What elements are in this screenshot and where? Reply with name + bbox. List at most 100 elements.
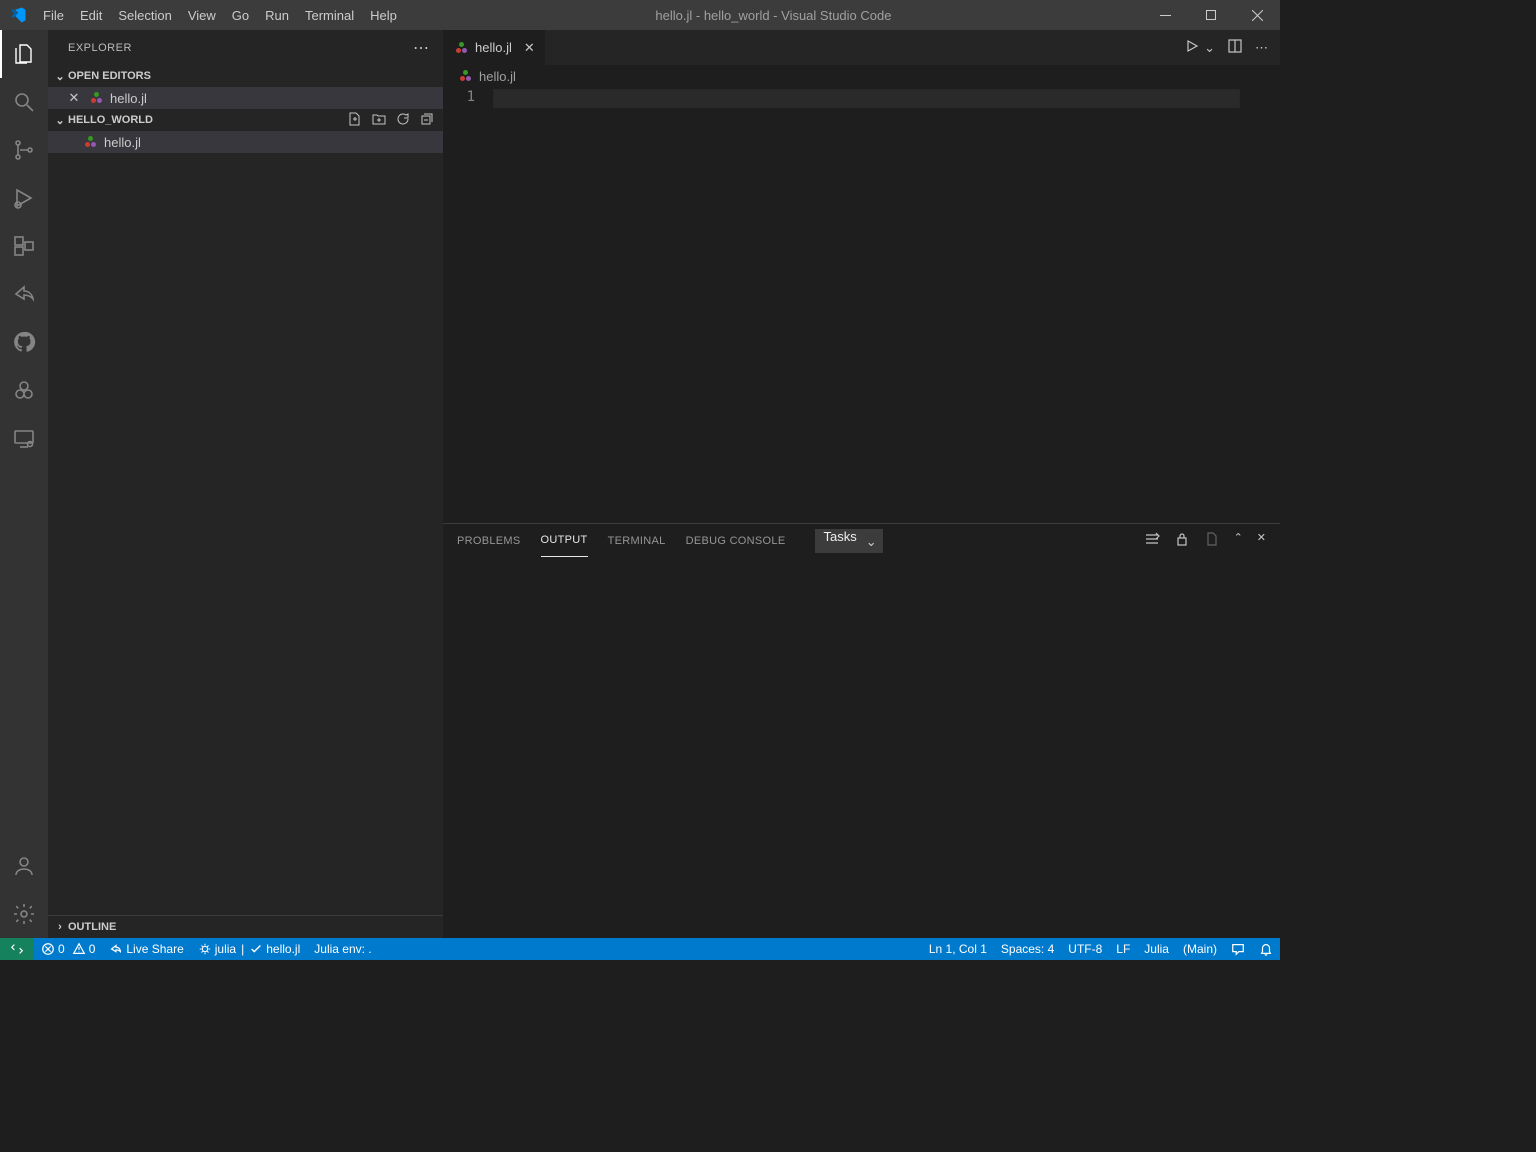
status-julia-env[interactable]: Julia env: . [307,938,378,960]
new-file-icon[interactable] [347,111,363,130]
status-eol[interactable]: LF [1109,938,1137,960]
status-indent[interactable]: Spaces: 4 [994,938,1061,960]
sidebar-title: EXPLORER ⋯ [48,30,443,65]
menu-edit[interactable]: Edit [72,0,110,30]
open-editor-label: hello.jl [110,91,147,106]
menu-help[interactable]: Help [362,0,405,30]
status-branch[interactable]: (Main) [1176,938,1224,960]
folder-name-label: HELLO_WORLD [68,114,153,126]
breadcrumb-label: hello.jl [479,69,516,84]
activity-share-icon[interactable] [0,270,48,318]
activity-account[interactable] [0,842,48,890]
status-encoding[interactable]: UTF-8 [1061,938,1109,960]
status-live-share[interactable]: Live Share [102,938,190,960]
maximize-button[interactable] [1188,0,1234,30]
window-controls [1142,0,1280,30]
status-errors[interactable]: 0 [34,938,72,960]
more-icon[interactable]: ⋯ [1255,40,1268,56]
activity-remote-icon[interactable] [0,414,48,462]
panel-tab-terminal[interactable]: TERMINAL [608,524,666,557]
outline-label: OUTLINE [68,921,116,933]
line-number: 1 [443,89,475,105]
open-editors-label: OPEN EDITORS [68,70,151,82]
sidebar-more-icon[interactable]: ⋯ [413,38,431,58]
cursor-line [493,89,1240,108]
breadcrumb[interactable]: hello.jl [443,65,1280,87]
chevron-right-icon: › [52,921,68,933]
titlebar: File Edit Selection View Go Run Terminal… [0,0,1280,30]
activity-explorer[interactable] [0,30,48,78]
menu-terminal[interactable]: Terminal [297,0,362,30]
minimize-button[interactable] [1142,0,1188,30]
clear-output-icon[interactable] [1144,531,1160,550]
activity-extensions[interactable] [0,222,48,270]
menu-view[interactable]: View [180,0,224,30]
close-button[interactable] [1234,0,1280,30]
status-feedback-icon[interactable] [1224,938,1252,960]
panel: PROBLEMS OUTPUT TERMINAL DEBUG CONSOLE T… [443,523,1280,938]
julia-file-icon [82,134,98,150]
tab-bar: hello.jl ✕ ⌄ ⋯ [443,30,1280,65]
activity-source-control[interactable] [0,126,48,174]
panel-select-label: Tasks [823,529,856,544]
status-cursor[interactable]: Ln 1, Col 1 [922,938,994,960]
julia-file-icon [457,68,473,84]
chevron-up-icon[interactable]: ⌃ [1234,531,1243,550]
tab-hello-jl[interactable]: hello.jl ✕ [443,30,546,65]
line-gutter: 1 [443,87,493,523]
status-bell-icon[interactable] [1252,938,1280,960]
panel-tabs: PROBLEMS OUTPUT TERMINAL DEBUG CONSOLE T… [443,524,1280,557]
menu-go[interactable]: Go [224,0,257,30]
open-editor-item[interactable]: ✕ hello.jl [48,87,443,109]
run-dropdown-icon[interactable]: ⌄ [1204,40,1215,56]
lock-icon[interactable] [1174,531,1190,550]
activity-settings[interactable] [0,890,48,938]
activity-search[interactable] [0,78,48,126]
panel-tab-output[interactable]: OUTPUT [541,524,588,557]
editor-area: hello.jl ✕ ⌄ ⋯ hello.jl 1 PR [443,30,1280,938]
status-live-share-label: Live Share [126,942,183,956]
panel-tab-debug-console[interactable]: DEBUG CONSOLE [686,524,786,557]
text-editor[interactable]: 1 [443,87,1280,523]
divider: | [239,942,246,956]
outline-header[interactable]: › OUTLINE [48,916,443,938]
collapse-all-icon[interactable] [419,111,435,130]
activity-github-icon[interactable] [0,318,48,366]
activity-run-debug[interactable] [0,174,48,222]
chevron-down-icon: ⌄ [866,534,877,550]
panel-tab-problems[interactable]: PROBLEMS [457,524,521,557]
run-button[interactable] [1184,38,1200,57]
menu-selection[interactable]: Selection [110,0,179,30]
new-folder-icon[interactable] [371,111,387,130]
status-julia[interactable]: julia | hello.jl [191,938,308,960]
close-icon[interactable]: ✕ [66,90,82,106]
status-language[interactable]: Julia [1137,938,1176,960]
menu-file[interactable]: File [35,0,72,30]
vscode-logo-icon [0,6,35,24]
menu-run[interactable]: Run [257,0,297,30]
chevron-down-icon: ⌄ [52,114,68,127]
tab-label: hello.jl [475,40,512,55]
open-log-icon[interactable] [1204,531,1220,550]
status-julia-label: julia [215,942,236,956]
julia-file-icon [88,90,104,106]
activity-julia-icon[interactable] [0,366,48,414]
panel-channel-select[interactable]: Tasks ⌄ [815,529,882,553]
open-editors-header[interactable]: ⌄ OPEN EDITORS [48,65,443,87]
folder-header[interactable]: ⌄ HELLO_WORLD [48,109,443,131]
close-panel-icon[interactable]: ✕ [1257,531,1266,550]
close-icon[interactable]: ✕ [524,40,535,56]
split-editor-icon[interactable] [1227,38,1243,57]
refresh-icon[interactable] [395,111,411,130]
window-title: hello.jl - hello_world - Visual Studio C… [405,8,1142,23]
sidebar-explorer: EXPLORER ⋯ ⌄ OPEN EDITORS ✕ hello.jl ⌄ H… [48,30,443,938]
status-warnings[interactable]: 0 [72,938,103,960]
status-remote[interactable] [0,938,34,960]
status-warnings-count: 0 [89,942,96,956]
status-checked-file: hello.jl [266,942,300,956]
menu: File Edit Selection View Go Run Terminal… [35,0,405,30]
code-area[interactable] [493,87,1280,523]
status-bar: 0 0 Live Share julia | hello.jl Julia en… [0,938,1280,960]
status-errors-count: 0 [58,942,65,956]
file-item[interactable]: hello.jl [48,131,443,153]
